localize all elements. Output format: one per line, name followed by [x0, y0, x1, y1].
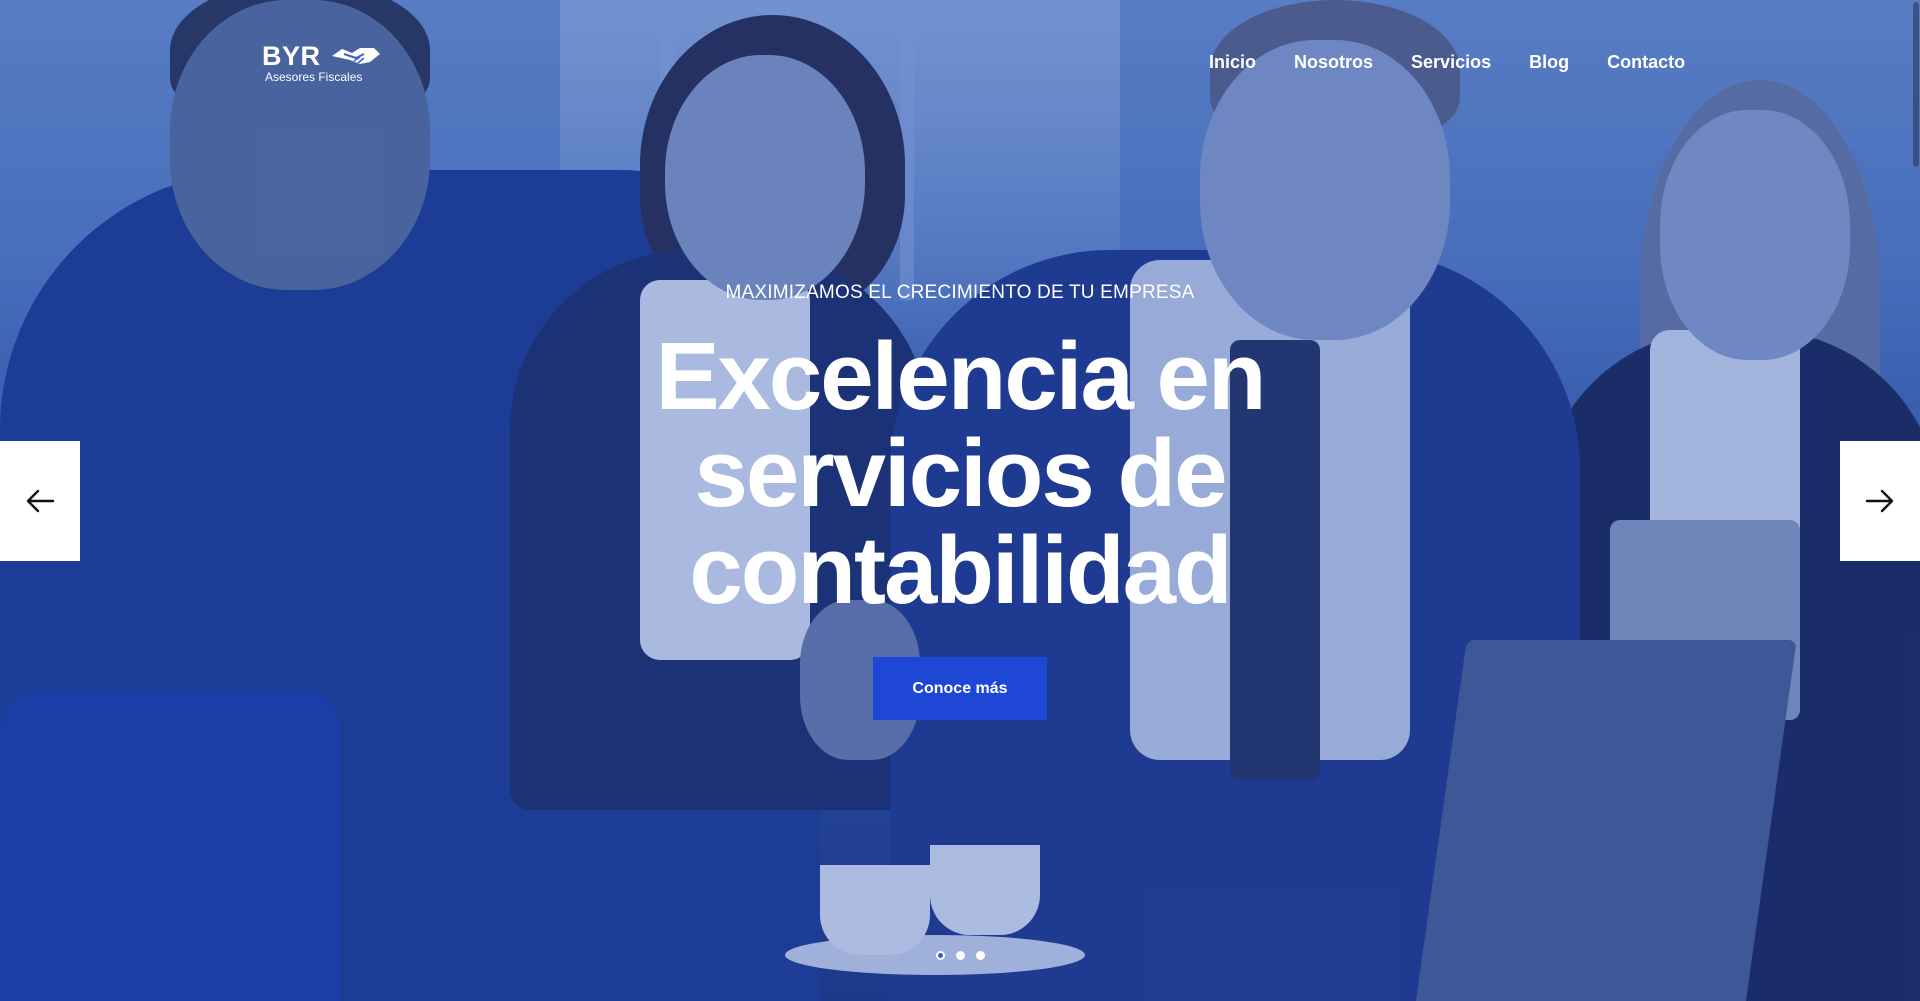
slide-dot-3[interactable] — [975, 951, 985, 960]
learn-more-button[interactable]: Conoce más — [873, 657, 1047, 720]
arrow-right-icon — [1865, 489, 1894, 513]
nav-item-inicio[interactable]: Inicio — [1190, 50, 1275, 74]
scrollbar-thumb[interactable] — [1913, 2, 1919, 167]
slide-dot-2[interactable] — [955, 951, 965, 960]
arrow-left-icon — [26, 489, 55, 513]
prev-slide-button[interactable] — [0, 441, 80, 561]
hero-headline: Excelencia en servicios de contabilidad — [655, 323, 1266, 624]
slide-dot-1[interactable] — [935, 951, 945, 960]
site-logo[interactable]: BYR Asesores Fiscales — [262, 42, 392, 87]
nav-item-nosotros[interactable]: Nosotros — [1275, 50, 1392, 74]
nav-item-contacto[interactable]: Contacto — [1588, 50, 1704, 74]
main-nav: Inicio Nosotros Servicios Blog Contacto — [1190, 50, 1704, 74]
site-header: BYR Asesores Fiscales Inicio Nosotros Se… — [0, 0, 1920, 125]
hero-kicker: MAXIMIZAMOS EL CRECIMIENTO DE TU EMPRESA — [725, 282, 1195, 303]
next-slide-button[interactable] — [1840, 441, 1920, 561]
nav-item-servicios[interactable]: Servicios — [1392, 50, 1510, 74]
page-scrollbar[interactable] — [1912, 0, 1920, 1001]
logo-wordmark: BYR — [262, 41, 321, 71]
logo-tagline: Asesores Fiscales — [265, 70, 363, 84]
slider-pagination — [0, 951, 1920, 960]
handshake-icon — [332, 48, 380, 64]
hero-slider: BYR Asesores Fiscales Inicio Nosotros Se… — [0, 0, 1920, 1001]
nav-item-blog[interactable]: Blog — [1510, 50, 1588, 74]
